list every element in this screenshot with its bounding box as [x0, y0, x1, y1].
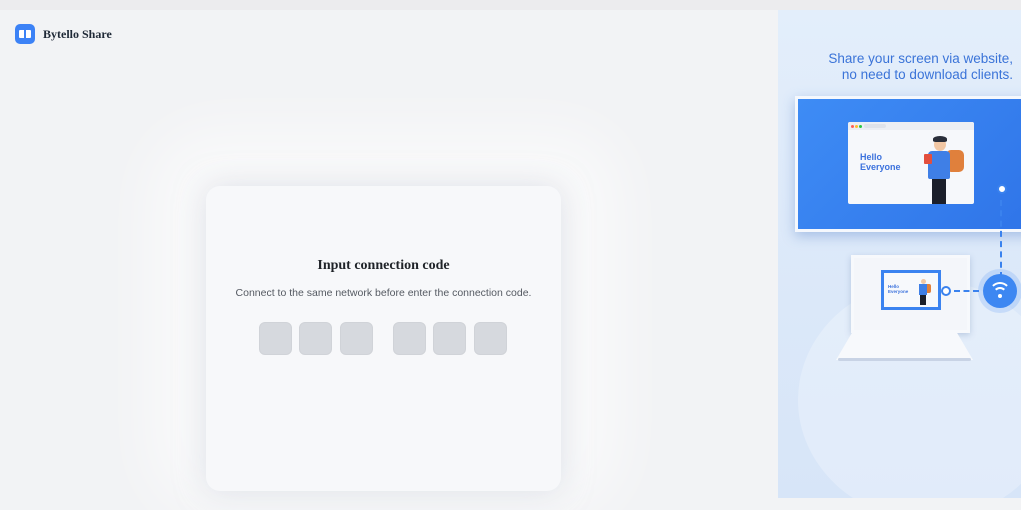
card-subtitle: Connect to the same network before enter…	[235, 287, 532, 299]
brand: Bytello Share	[15, 24, 112, 44]
code-digit-5[interactable]	[433, 322, 466, 355]
connection-line-horizontal	[954, 290, 979, 292]
top-strip	[0, 0, 1021, 10]
code-digit-3[interactable]	[340, 322, 373, 355]
connection-code-card: Input connection code Connect to the sam…	[206, 186, 561, 491]
wifi-icon	[983, 274, 1017, 308]
laptop-connection-dot	[941, 286, 951, 296]
illustration-hello-text: Hello Everyone	[860, 152, 901, 172]
app-name: Bytello Share	[43, 26, 112, 41]
code-digit-6[interactable]	[474, 322, 507, 355]
code-digit-1[interactable]	[259, 322, 292, 355]
browser-window-illustration: Hello Everyone	[848, 122, 974, 204]
connection-dot	[997, 184, 1007, 194]
promo-panel: Share your screen via website, no need t…	[778, 10, 1021, 498]
laptop-illustration: Hello Everyone	[851, 255, 970, 333]
display-illustration: Hello Everyone	[795, 96, 1021, 232]
laptop-base	[836, 332, 973, 360]
code-digit-4[interactable]	[393, 322, 426, 355]
promo-tagline-line1: Share your screen via website,	[828, 51, 1013, 66]
browser-bar	[848, 122, 974, 130]
code-digit-2[interactable]	[299, 322, 332, 355]
bytello-logo-icon	[15, 24, 35, 44]
connection-line-vertical	[1000, 200, 1002, 278]
person-illustration	[920, 136, 970, 204]
promo-tagline-line2: no need to download clients.	[841, 67, 1013, 82]
card-title: Input connection code	[317, 258, 450, 273]
